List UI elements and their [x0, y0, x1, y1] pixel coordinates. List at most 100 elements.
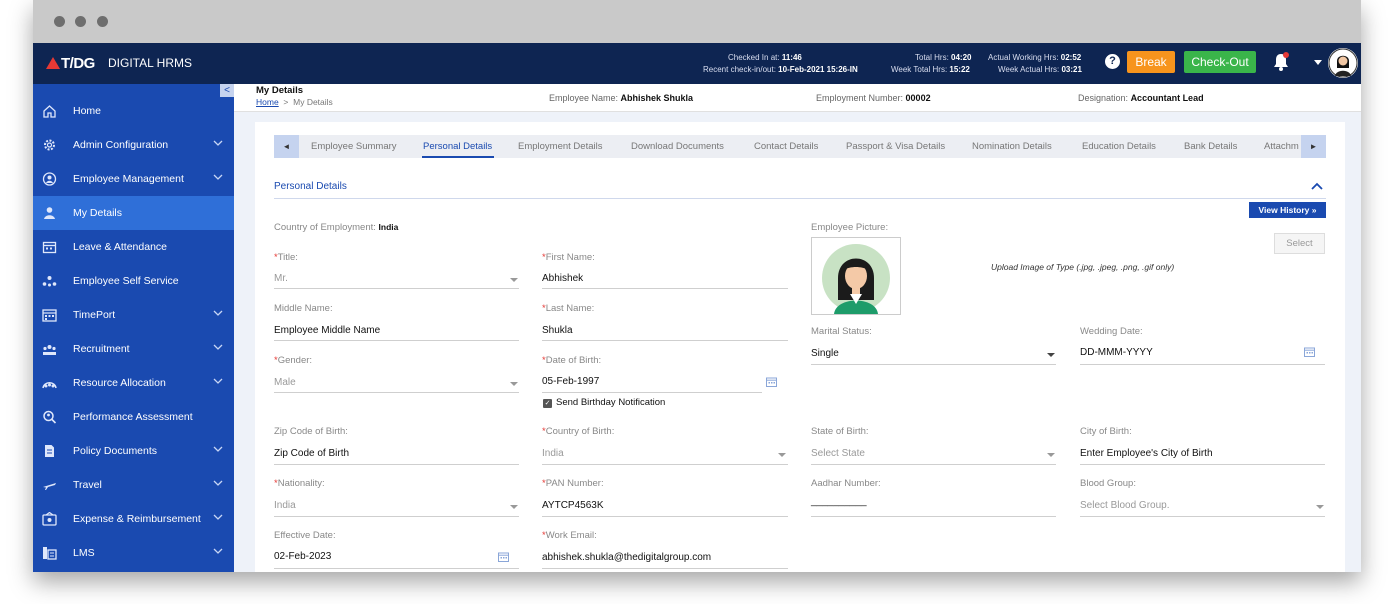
gender-select[interactable]: Male	[274, 377, 296, 388]
gender-dropdown-icon[interactable]	[510, 382, 518, 386]
sidebar-item-recruitment[interactable]: Recruitment	[33, 332, 234, 366]
title-select[interactable]: Mr.	[274, 273, 288, 284]
sidebar-item-expense-reimbursement[interactable]: Expense & Reimbursement	[33, 502, 234, 536]
calendar-icon	[42, 241, 57, 254]
work-email-label: *Work Email:	[542, 530, 597, 541]
city-of-birth-input[interactable]: Enter Employee's City of Birth	[1080, 448, 1213, 459]
sidebar-item-leave-attendance[interactable]: Leave & Attendance	[33, 230, 234, 264]
employment-number-value: 00002	[905, 93, 931, 103]
title-label: *Title:	[274, 252, 298, 263]
country-of-birth-label-text: Country of Birth:	[545, 426, 615, 437]
section-title: Personal Details	[274, 181, 347, 192]
nationality-label-text: Nationality:	[277, 478, 325, 489]
sidebar-item-label: Expense & Reimbursement	[73, 513, 201, 525]
logo[interactable]: T/DG	[46, 55, 95, 72]
gender-underline	[274, 392, 519, 393]
help-icon[interactable]: ?	[1105, 54, 1120, 69]
marital-status-dropdown-icon[interactable]	[1047, 353, 1055, 357]
birthday-notification-checkbox[interactable]: ✓	[543, 399, 552, 408]
tab-employee-summary[interactable]: Employee Summary	[311, 141, 397, 152]
main-content: My Details Home > My Details Employee Na…	[234, 84, 1361, 572]
sidebar-item-policy-documents[interactable]: Policy Documents	[33, 434, 234, 468]
middle-name-input[interactable]: Employee Middle Name	[274, 325, 380, 336]
dob-input[interactable]: 05-Feb-1997	[542, 376, 599, 387]
tab-employment-details[interactable]: Employment Details	[518, 141, 602, 152]
pan-number-input[interactable]: AYTCP4563K	[542, 500, 604, 511]
nationality-dropdown-icon[interactable]	[510, 505, 518, 509]
sidebar-item-home[interactable]: Home	[33, 94, 234, 128]
title-dropdown-icon[interactable]	[510, 278, 518, 282]
tab-contact-details[interactable]: Contact Details	[754, 141, 818, 152]
employee-picture[interactable]	[811, 237, 901, 315]
aadhar-number-input[interactable]: __________	[811, 496, 867, 507]
breadcrumb-home-link[interactable]: Home	[256, 97, 279, 107]
sidebar-item-employee-management[interactable]: Employee Management	[33, 162, 234, 196]
sidebar-item-resource-allocation[interactable]: Resource Allocation	[33, 366, 234, 400]
break-button[interactable]: Break	[1127, 51, 1175, 73]
logo-text: T/DG	[61, 55, 95, 72]
marital-status-select[interactable]: Single	[811, 348, 839, 359]
blood-group-select[interactable]: Select Blood Group.	[1080, 500, 1170, 511]
middle-name-underline	[274, 340, 519, 341]
checked-in-label: Checked In at:	[728, 53, 780, 62]
tab-bank-details[interactable]: Bank Details	[1184, 141, 1237, 152]
last-name-label-text: Last Name:	[545, 303, 595, 314]
chevron-up-icon[interactable]	[1311, 181, 1323, 191]
sidebar-item-lms[interactable]: LMS	[33, 536, 234, 570]
country-of-birth-dropdown-icon[interactable]	[778, 453, 786, 457]
tab-nomination-details[interactable]: Nomination Details	[972, 141, 1052, 152]
sidebar-item-admin-configuration[interactable]: Admin Configuration	[33, 128, 234, 162]
actual-hrs-label: Actual Working Hrs:	[988, 53, 1059, 62]
tab-bar: ◄ Employee Summary Personal Details Empl…	[274, 135, 1326, 158]
week-actual-label: Week Actual Hrs:	[998, 65, 1060, 74]
first-name-input[interactable]: Abhishek	[542, 273, 583, 284]
tab-prev-button[interactable]: ◄	[274, 135, 299, 158]
chevron-down-icon	[213, 480, 223, 486]
blood-group-label: Blood Group:	[1080, 478, 1136, 489]
zip-code-input[interactable]: Zip Code of Birth	[274, 448, 349, 459]
country-of-employment-label: Country of Employment: India	[274, 222, 398, 233]
state-of-birth-underline	[811, 464, 1056, 465]
tab-next-button[interactable]: ►	[1301, 135, 1326, 158]
wedding-date-input[interactable]: DD-MMM-YYYY	[1080, 347, 1153, 358]
title-underline	[274, 288, 519, 289]
sidebar-item-performance-assessment[interactable]: Performance Assessment	[33, 400, 234, 434]
calendar-icon[interactable]	[1304, 347, 1315, 357]
page-subheader: My Details Home > My Details Employee Na…	[234, 84, 1361, 112]
employment-number-label: Employment Number:	[816, 93, 904, 103]
state-of-birth-dropdown-icon[interactable]	[1047, 453, 1055, 457]
sidebar-item-timeport[interactable]: TimePort	[33, 298, 234, 332]
sidebar-item-employee-self-service[interactable]: Employee Self Service	[33, 264, 234, 298]
user-menu-caret-icon[interactable]	[1314, 60, 1322, 65]
window-dot-close[interactable]	[54, 16, 65, 27]
tab-download-documents[interactable]: Download Documents	[631, 141, 724, 152]
sidebar-item-my-details[interactable]: My Details	[33, 196, 234, 230]
window-dot-maximize[interactable]	[97, 16, 108, 27]
calendar-icon[interactable]	[766, 377, 777, 387]
tab-education-details[interactable]: Education Details	[1082, 141, 1156, 152]
sidebar-item-label: Employee Self Service	[73, 275, 179, 287]
nationality-select[interactable]: India	[274, 500, 296, 511]
effective-date-label: Effective Date:	[274, 530, 336, 541]
tab-attachments[interactable]: Attachm	[1264, 141, 1299, 152]
blood-group-dropdown-icon[interactable]	[1316, 505, 1324, 509]
tab-personal-details[interactable]: Personal Details	[423, 141, 492, 152]
work-email-input[interactable]: abhishek.shukla@thedigitalgroup.com	[542, 552, 711, 563]
total-hrs-stat: Total Hrs: 04:20	[915, 53, 972, 62]
user-avatar[interactable]	[1328, 48, 1358, 78]
country-of-birth-select[interactable]: India	[542, 448, 564, 459]
country-of-employment-value: India	[378, 222, 399, 232]
select-picture-button[interactable]: Select	[1274, 233, 1325, 254]
middle-name-label: Middle Name:	[274, 303, 333, 314]
last-name-input[interactable]: Shukla	[542, 325, 573, 336]
view-history-button[interactable]: View History »	[1249, 202, 1326, 218]
sidebar-item-travel[interactable]: Travel	[33, 468, 234, 502]
sidebar-collapse-button[interactable]: <	[220, 84, 234, 97]
window-dot-minimize[interactable]	[75, 16, 86, 27]
effective-date-input[interactable]: 02-Feb-2023	[274, 551, 331, 562]
state-of-birth-select[interactable]: Select State	[811, 448, 865, 459]
dob-underline	[542, 392, 762, 393]
calendar-icon[interactable]	[498, 552, 509, 562]
checkout-button[interactable]: Check-Out	[1184, 51, 1256, 73]
tab-passport-visa-details[interactable]: Passport & Visa Details	[846, 141, 945, 152]
